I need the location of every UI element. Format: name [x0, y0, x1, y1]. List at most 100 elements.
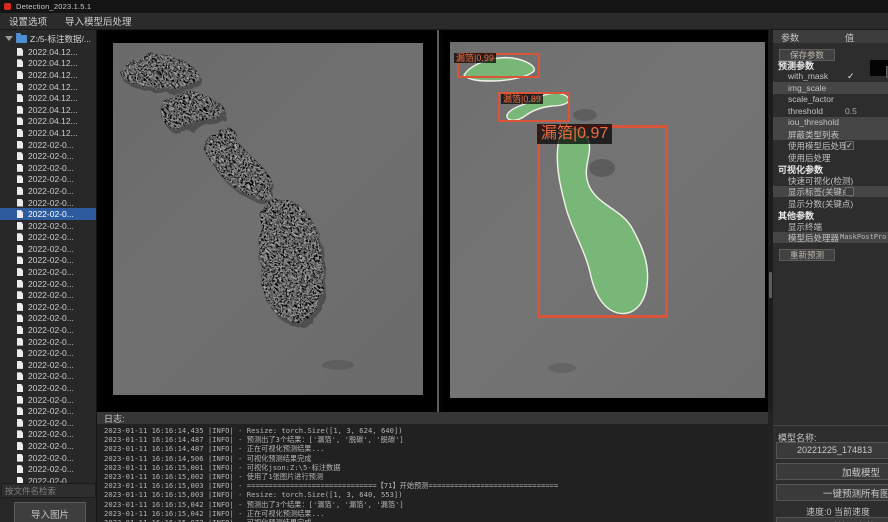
list-item[interactable]: 2022-02-0...	[0, 162, 97, 174]
model-panel: 模型名称: 20221225_174813 加载模型 一键预测所有图片 速度:0…	[773, 425, 888, 522]
import-image-button[interactable]: 导入图片	[14, 502, 86, 522]
file-name: 2022-02-0...	[28, 221, 74, 231]
file-icon	[17, 326, 23, 334]
list-item[interactable]: 2022-02-0...	[0, 220, 97, 232]
list-item[interactable]: 2022-02-0...	[0, 185, 97, 197]
file-icon	[17, 291, 23, 299]
file-name: 2022.04.12...	[28, 105, 78, 115]
list-item[interactable]: 2022-02-0...	[0, 405, 97, 417]
defect-artwork	[113, 43, 423, 395]
section-visualization-params: 可视化参数	[773, 163, 888, 175]
list-item[interactable]: 2022-02-0...	[0, 382, 97, 394]
file-name: 2022.04.12...	[28, 58, 78, 68]
list-item[interactable]: 2022.04.12...	[0, 116, 97, 128]
file-name: 2022-02-0...	[28, 174, 74, 184]
list-item[interactable]: 2022-02-0...	[0, 150, 97, 162]
list-item[interactable]: 2022-02-0...	[0, 429, 97, 441]
param-row-iou-threshold[interactable]: iou_threshold	[773, 117, 888, 129]
folder-icon	[16, 35, 27, 43]
file-icon	[17, 407, 23, 415]
file-icon	[17, 199, 23, 207]
log-line: 2023-01-11 16:16:14,487 |INFO| - 正在可视化预测…	[104, 444, 768, 453]
file-name: 2022-02-0...	[28, 453, 74, 463]
postprocess-params-button[interactable]: 后处理参数设置	[776, 517, 888, 522]
model-name-field[interactable]: 20221225_174813	[776, 442, 888, 459]
param-row-threshold[interactable]: threshold 0.5	[773, 105, 888, 117]
scrollbar-thumb[interactable]	[769, 272, 772, 298]
load-model-button[interactable]: 加载模型	[776, 463, 888, 480]
list-item[interactable]: 2022-02-0...	[0, 243, 97, 255]
param-row-model-postprocessor[interactable]: 模型后处理器 MaskPostPro	[773, 232, 888, 244]
panel-splitter[interactable]	[437, 30, 439, 412]
list-item[interactable]: 2022-02-0...	[0, 417, 97, 429]
list-item[interactable]: 2022.04.12...	[0, 127, 97, 139]
list-item[interactable]: 2022-02-0...	[0, 255, 97, 267]
list-item[interactable]: 2022.04.12...	[0, 46, 97, 58]
list-item[interactable]: 2022.04.12...	[0, 104, 97, 116]
file-name: 2022.04.12...	[28, 93, 78, 103]
threshold-value: 0.5	[845, 106, 857, 116]
chevron-down-icon[interactable]	[5, 36, 13, 41]
checkbox-unchecked-icon[interactable]	[845, 187, 854, 196]
file-name: 2022-02-0...	[28, 395, 74, 405]
list-item[interactable]: 2022-02-0...	[0, 440, 97, 452]
list-item[interactable]: 2022-02-0...	[0, 139, 97, 151]
param-row-show-scores[interactable]: 显示分数(关键点)	[773, 197, 888, 209]
param-row-block-type-list[interactable]: 屏蔽类型列表	[773, 128, 888, 140]
list-item[interactable]: 2022-02-0...	[0, 347, 97, 359]
list-item[interactable]: 2022.04.12...	[0, 81, 97, 93]
list-item[interactable]: 2022-02-0...	[0, 463, 97, 475]
file-name: 2022-02-0...	[28, 348, 74, 358]
file-icon	[17, 384, 23, 392]
file-icon	[17, 164, 23, 172]
file-name: 2022-02-0...	[28, 244, 74, 254]
list-item[interactable]: 2022.04.12...	[0, 69, 97, 81]
list-item[interactable]: 2022-02-0...	[0, 324, 97, 336]
list-item[interactable]: 2022.04.12...	[0, 92, 97, 104]
log-line: 2023-01-11 16:16:15,042 |INFO| - 正在可视化预测…	[104, 509, 768, 518]
list-item[interactable]: 2022-02-0...	[0, 359, 97, 371]
list-item[interactable]: 2022-02-0...	[0, 289, 97, 301]
file-list: 2022.04.12... 2022.04.12... 2022.04.12..…	[0, 46, 97, 512]
list-item[interactable]: 2022.04.12...	[0, 58, 97, 70]
list-item[interactable]: 2022-02-0...	[0, 208, 97, 220]
param-row-quick-visualize[interactable]: 快速可视化(检测)	[773, 174, 888, 186]
file-icon	[17, 268, 23, 276]
app-icon	[4, 3, 11, 10]
list-item[interactable]: 2022-02-0...	[0, 197, 97, 209]
param-row-img-scale[interactable]: img_scale	[773, 82, 888, 94]
file-name: 2022-02-0...	[28, 418, 74, 428]
list-item[interactable]: 2022-02-0...	[0, 394, 97, 406]
list-item[interactable]: 2022-02-0...	[0, 174, 97, 186]
log-output[interactable]: 2023-01-11 16:16:14,435 |INFO| - Resize:…	[97, 424, 768, 522]
title-bar: Detection_2023.1.5.1	[0, 0, 888, 13]
list-item[interactable]: 2022-02-0...	[0, 266, 97, 278]
list-item[interactable]: 2022-02-0...	[0, 452, 97, 464]
tree-root[interactable]: Z:/5-标注数据/...	[0, 32, 96, 45]
list-item[interactable]: 2022-02-0...	[0, 232, 97, 244]
repredict-button[interactable]: 重新预测	[779, 249, 835, 261]
list-item[interactable]: 2022-02-0...	[0, 371, 97, 383]
file-name: 2022-02-0...	[28, 383, 74, 393]
search-input[interactable]	[1, 483, 96, 498]
file-name: 2022-02-0...	[28, 406, 74, 416]
list-item[interactable]: 2022-02-0...	[0, 313, 97, 325]
menu-settings-options[interactable]: 设置选项	[0, 14, 56, 28]
checkbox-checked-icon[interactable]: ✓	[845, 141, 854, 150]
list-item[interactable]: 2022-02-0...	[0, 278, 97, 290]
param-row-show-labels[interactable]: 显示标签(关键点)	[773, 186, 888, 198]
log-line: 2023-01-11 16:16:14,435 |INFO| - Resize:…	[104, 426, 768, 435]
log-line: 2023-01-11 16:16:14,487 |INFO| - 预测出了3个结…	[104, 435, 768, 444]
log-line: 2023-01-11 16:16:15,003 |INFO| - =======…	[104, 481, 768, 490]
param-row-use-postprocess[interactable]: 使用后处理	[773, 151, 888, 163]
predict-all-button[interactable]: 一键预测所有图片	[776, 484, 888, 501]
list-item[interactable]: 2022-02-0...	[0, 301, 97, 313]
file-icon	[17, 175, 23, 183]
param-row-scale-factor[interactable]: scale_factor	[773, 94, 888, 106]
file-name: 2022-02-0...	[28, 441, 74, 451]
param-row-show-terminal[interactable]: 显示终端	[773, 220, 888, 232]
file-tree-panel: Z:/5-标注数据/... 2022.04.12... 2022.04.12..…	[0, 30, 97, 522]
list-item[interactable]: 2022-02-0...	[0, 336, 97, 348]
param-row-use-model-postprocess[interactable]: 使用模型后处理 ✓	[773, 140, 888, 152]
menu-import-model-postprocess[interactable]: 导入模型后处理	[56, 14, 141, 28]
